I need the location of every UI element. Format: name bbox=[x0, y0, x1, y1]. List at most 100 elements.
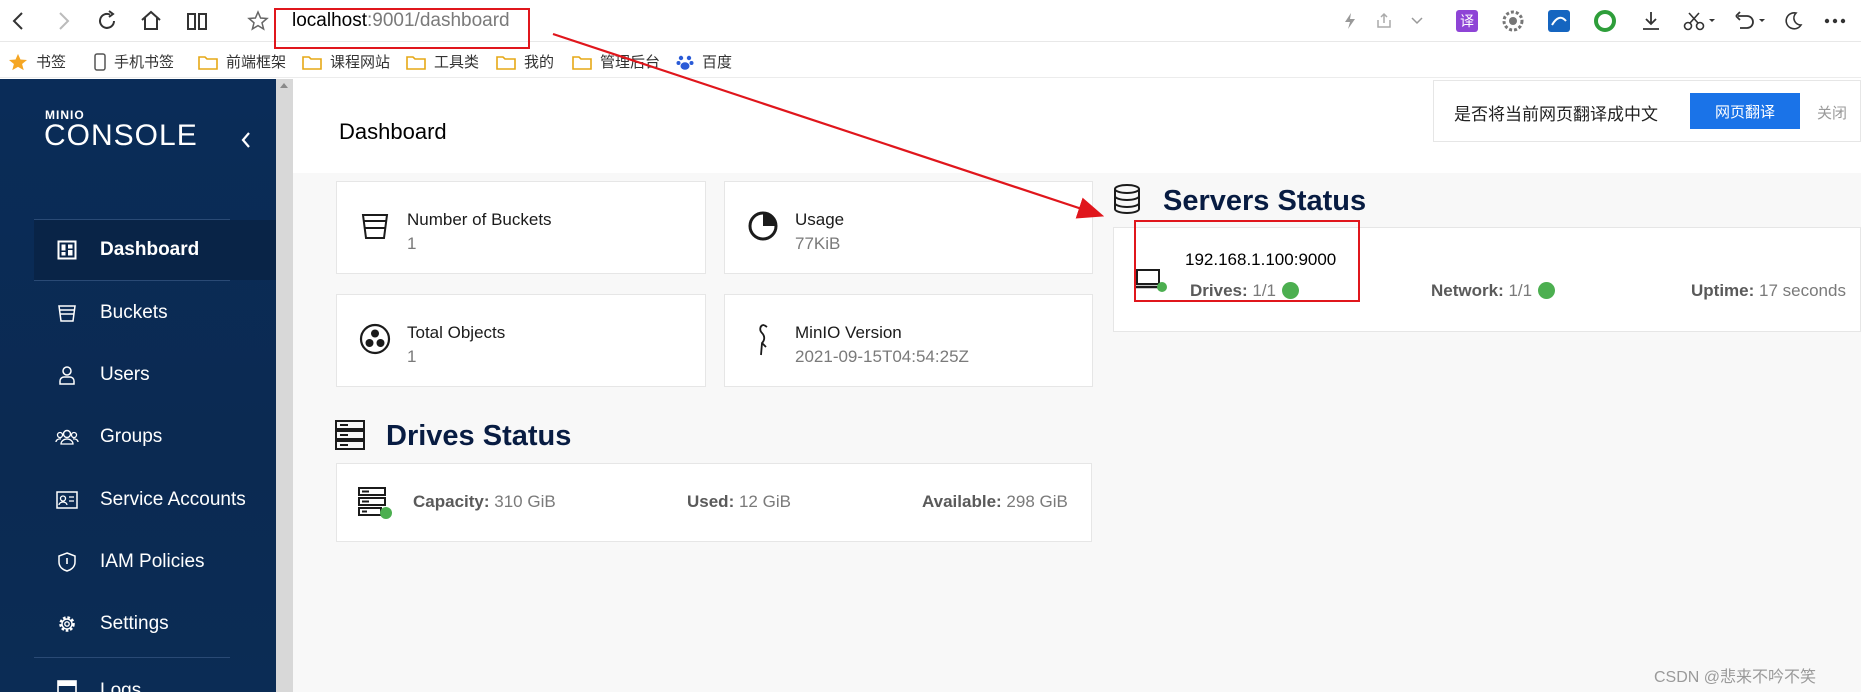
wave-ext-icon[interactable] bbox=[1546, 8, 1572, 34]
used-label: Used: bbox=[687, 492, 735, 511]
logs-icon bbox=[52, 680, 82, 692]
folder-icon bbox=[572, 54, 592, 70]
baidu-paw-icon bbox=[676, 53, 694, 71]
bookmark-item[interactable]: 课程网站 bbox=[302, 51, 390, 72]
groups-icon bbox=[52, 427, 82, 447]
lightning-icon[interactable] bbox=[1340, 8, 1360, 34]
translate-ext-icon[interactable]: 译 bbox=[1454, 8, 1480, 34]
translate-close-button[interactable]: 关闭 bbox=[1817, 102, 1847, 123]
folder-icon bbox=[198, 54, 218, 70]
translate-prompt: 是否将当前网页翻译成中文 网页翻译 关闭 bbox=[1433, 80, 1861, 142]
sidebar-item-dashboard[interactable]: Dashboard bbox=[34, 220, 276, 280]
bookmark-item[interactable]: 工具类 bbox=[406, 51, 479, 72]
logo-console: CONSOLE bbox=[44, 119, 198, 152]
used-value: 12 GiB bbox=[738, 492, 791, 511]
undo-icon[interactable] bbox=[1730, 8, 1770, 34]
bookmark-star-icon[interactable] bbox=[243, 6, 273, 36]
bookmark-label: 管理后台 bbox=[600, 54, 661, 71]
objects-icon bbox=[357, 321, 393, 357]
dashboard-icon bbox=[52, 240, 82, 260]
bookmark-label: 百度 bbox=[702, 54, 733, 71]
used-stat: Used: 12 GiB bbox=[687, 492, 791, 512]
uptime-label: Uptime: bbox=[1691, 281, 1755, 300]
stat-value: 77KiB bbox=[795, 234, 841, 253]
forward-icon[interactable] bbox=[48, 6, 78, 36]
sidebar-item-label: Dashboard bbox=[100, 239, 200, 260]
sidebar-item-label: Service Accounts bbox=[100, 489, 246, 510]
bucket-icon bbox=[357, 208, 393, 244]
stat-value: 1 bbox=[407, 347, 417, 366]
reload-icon[interactable] bbox=[92, 6, 122, 36]
bookmark-label: 前端框架 bbox=[226, 54, 287, 71]
gear-ext-icon[interactable] bbox=[1500, 8, 1526, 34]
sidebar-divider bbox=[34, 280, 230, 281]
sidebar-item-logs[interactable]: Logs bbox=[34, 657, 276, 692]
bookmark-label: 课程网站 bbox=[330, 54, 391, 71]
shield-icon bbox=[52, 552, 82, 572]
bookmark-label: 我的 bbox=[524, 54, 555, 71]
page-title: Dashboard bbox=[339, 119, 447, 144]
sidebar-item-groups[interactable]: Groups bbox=[34, 407, 276, 467]
bookmark-item[interactable]: 前端框架 bbox=[198, 51, 286, 72]
bookmark-item[interactable]: 我的 bbox=[496, 51, 554, 72]
folder-icon bbox=[406, 54, 426, 70]
chevron-down-icon[interactable] bbox=[1406, 8, 1428, 34]
home-icon[interactable] bbox=[136, 6, 166, 36]
sidebar-item-iam-policies[interactable]: IAM Policies bbox=[34, 532, 276, 592]
translate-question: 是否将当前网页翻译成中文 bbox=[1454, 105, 1658, 124]
bookmark-label: 手机书签 bbox=[114, 54, 175, 71]
sidebar: MINIO CONSOLE Dashboard Buckets Users Gr… bbox=[0, 79, 276, 692]
collapse-sidebar-icon[interactable] bbox=[236, 127, 256, 153]
green-ext-icon[interactable] bbox=[1592, 8, 1618, 34]
share-icon[interactable] bbox=[1372, 8, 1396, 34]
sidebar-scrollbar[interactable] bbox=[276, 79, 293, 692]
sidebar-item-label: IAM Policies bbox=[100, 551, 205, 572]
sidebar-item-buckets[interactable]: Buckets bbox=[34, 283, 276, 343]
sidebar-item-label: Groups bbox=[100, 426, 163, 447]
bookmark-label: 书签 bbox=[36, 54, 67, 71]
network-label: Network: bbox=[1431, 281, 1504, 300]
drives-status-icon bbox=[334, 418, 366, 452]
sidebar-item-label: Settings bbox=[100, 613, 169, 634]
available-stat: Available: 298 GiB bbox=[922, 492, 1068, 512]
star-icon bbox=[8, 53, 28, 71]
sidebar-item-users[interactable]: Users bbox=[34, 345, 276, 405]
service-accounts-icon bbox=[52, 491, 82, 509]
bookmark-item[interactable]: 手机书签 bbox=[94, 51, 174, 72]
back-icon[interactable] bbox=[4, 6, 34, 36]
stat-card-objects: Total Objects 1 bbox=[336, 294, 706, 387]
network-stat: Network: 1/1 bbox=[1431, 281, 1556, 301]
capacity-label: Capacity: bbox=[413, 492, 490, 511]
stat-label: MinIO Version bbox=[795, 323, 902, 342]
bookmark-item[interactable]: 百度 bbox=[676, 51, 732, 72]
status-ok-dot bbox=[1538, 282, 1556, 299]
sidebar-item-settings[interactable]: Settings bbox=[34, 594, 276, 654]
scissors-icon[interactable] bbox=[1680, 8, 1720, 34]
night-mode-icon[interactable] bbox=[1780, 8, 1806, 34]
bookmark-label: 工具类 bbox=[434, 54, 480, 71]
bookmark-item[interactable]: 管理后台 bbox=[572, 51, 660, 72]
sidebar-item-service-accounts[interactable]: Service Accounts bbox=[34, 470, 276, 530]
more-menu-icon[interactable] bbox=[1820, 8, 1850, 34]
stat-value: 2021-09-15T04:54:25Z bbox=[795, 347, 969, 366]
translate-button[interactable]: 网页翻译 bbox=[1690, 93, 1800, 129]
drives-status-title: Drives Status bbox=[386, 420, 572, 452]
annotation-url-box bbox=[274, 8, 530, 49]
download-icon[interactable] bbox=[1638, 8, 1664, 34]
annotation-server-box bbox=[1134, 220, 1360, 302]
watermark: CSDN @悲来不吟不笑 bbox=[1654, 669, 1817, 686]
folder-icon bbox=[496, 54, 516, 70]
uptime-stat: Uptime: 17 seconds bbox=[1691, 281, 1846, 301]
uptime-value: 17 seconds bbox=[1759, 281, 1846, 300]
phone-icon bbox=[94, 52, 106, 71]
stat-value: 1 bbox=[407, 234, 417, 253]
drives-status-card: Capacity: 310 GiB Used: 12 GiB Available… bbox=[336, 463, 1092, 542]
folder-icon bbox=[302, 54, 322, 70]
sidebar-item-label: Users bbox=[100, 364, 150, 385]
drive-stack-icon bbox=[357, 486, 393, 525]
reading-mode-icon[interactable] bbox=[182, 6, 212, 36]
pie-chart-icon bbox=[745, 208, 781, 244]
scroll-up-arrow-icon[interactable] bbox=[280, 83, 288, 88]
bookmark-item[interactable]: 书签 bbox=[8, 51, 66, 72]
svg-text:译: 译 bbox=[1460, 14, 1474, 30]
